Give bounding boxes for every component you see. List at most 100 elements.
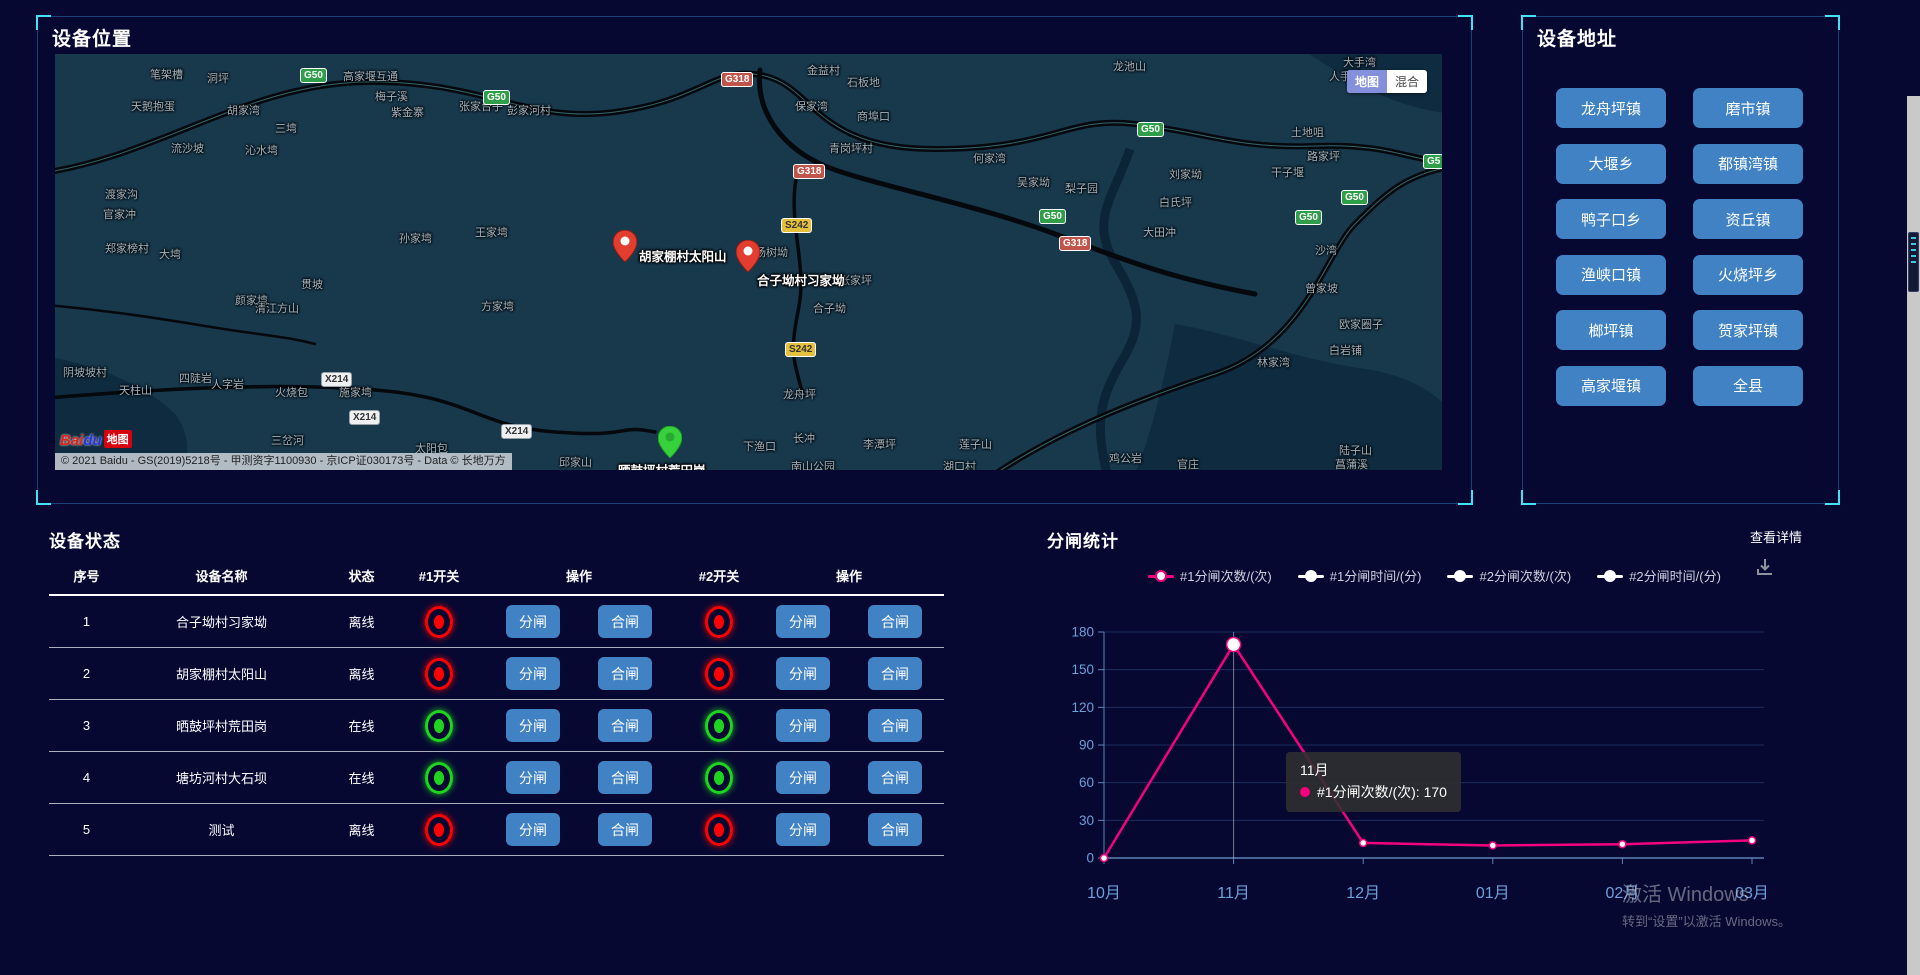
open-switch-button[interactable]: 分闸 [506,605,560,638]
scrollbar-thumb[interactable] [1908,232,1919,292]
operation-cell: 分闸 合闸 [474,761,684,794]
svg-text:30: 30 [1079,813,1094,828]
map-place-label: 官庄 [1177,456,1199,470]
road-shield-icon: X214 [501,424,532,439]
device-marker-red[interactable] [613,230,637,267]
map-place-label: 孙家塆 [399,230,432,246]
device-marker-green[interactable] [658,426,682,463]
switch2-indicator [705,710,733,742]
switch2-cell [684,814,754,846]
close-switch-button[interactable]: 合闸 [868,709,922,742]
map-type-toggle[interactable]: 地图混合 [1347,70,1427,93]
device-status: 离线 [319,820,404,839]
map-place-label: 白氏坪 [1159,194,1192,210]
switch1-indicator [425,658,453,690]
close-switch-button[interactable]: 合闸 [868,761,922,794]
map-place-label: 林家湾 [1257,354,1290,370]
map-place-label: 刘家坳 [1169,166,1202,182]
map-place-label: 天鹅抱蛋 [131,98,175,114]
corner-decoration [1521,490,1536,505]
device-address-panel: 设备地址 龙舟坪镇磨市镇大堰乡都镇湾镇鸭子口乡资丘镇渔峡口镇火烧坪乡榔坪镇贺家坪… [1522,16,1839,504]
town-button[interactable]: 鸭子口乡 [1556,199,1666,239]
map-place-label: 李潭坪 [863,436,896,452]
close-switch-button[interactable]: 合闸 [598,605,652,638]
open-switch-button[interactable]: 分闸 [776,761,830,794]
close-switch-button[interactable]: 合闸 [598,813,652,846]
map-place-label: 曾家坡 [1305,280,1338,296]
dashboard-screen: 设备位置 地图混合 Baidu地图 © 2021 Baidu - GS(2019… [0,0,1920,975]
switch2-indicator [705,658,733,690]
map-place-label: 清江方山 [255,300,299,316]
address-panel-title: 设备地址 [1537,24,1617,51]
open-switch-button[interactable]: 分闸 [506,709,560,742]
open-switch-button[interactable]: 分闸 [776,657,830,690]
device-status: 在线 [319,768,404,787]
map-place-label: 三岔河 [271,432,304,448]
map-place-label: 笔架槽 [150,66,183,82]
close-switch-button[interactable]: 合闸 [598,761,652,794]
map-place-label: 莲子山 [959,436,992,452]
close-switch-button[interactable]: 合闸 [598,709,652,742]
status-section-title: 设备状态 [49,527,121,552]
town-button[interactable]: 磨市镇 [1693,88,1803,128]
map-place-label: 南山公园 [791,458,835,470]
town-button[interactable]: 渔峡口镇 [1556,255,1666,295]
town-button[interactable]: 资丘镇 [1693,199,1803,239]
open-switch-button[interactable]: 分闸 [506,761,560,794]
close-switch-button[interactable]: 合闸 [868,605,922,638]
open-switch-button[interactable]: 分闸 [506,657,560,690]
open-switch-button[interactable]: 分闸 [776,605,830,638]
close-switch-button[interactable]: 合闸 [868,657,922,690]
column-header: 操作 [754,566,944,585]
switch2-cell [684,606,754,638]
town-button[interactable]: 贺家坪镇 [1693,310,1803,350]
map-place-label: 欧家圈子 [1339,316,1383,332]
town-button[interactable]: 全县 [1693,366,1803,406]
map-place-label: 金益村 [807,62,840,78]
row-index: 2 [49,666,124,681]
row-index: 3 [49,718,124,733]
device-name: 晒鼓坪村荒田岗 [124,716,319,735]
baidu-map[interactable]: 地图混合 Baidu地图 © 2021 Baidu - GS(2019)5218… [55,54,1442,470]
switch2-cell [684,658,754,690]
map-place-label: 流沙坡 [171,140,204,156]
map-place-label: 梨子园 [1065,180,1098,196]
view-details-link[interactable]: 查看详情 [1750,527,1802,546]
corner-decoration [36,15,51,30]
switch1-indicator [425,710,453,742]
svg-text:0: 0 [1086,851,1094,866]
switch2-cell [684,710,754,742]
svg-text:12月: 12月 [1346,885,1380,902]
svg-text:150: 150 [1071,662,1094,677]
open-switch-button[interactable]: 分闸 [776,813,830,846]
address-button-grid: 龙舟坪镇磨市镇大堰乡都镇湾镇鸭子口乡资丘镇渔峡口镇火烧坪乡榔坪镇贺家坪镇高家堰镇… [1556,88,1803,406]
map-type-button[interactable]: 混合 [1387,70,1427,93]
map-place-label: 保家湾 [795,98,828,114]
corner-decoration [1825,15,1840,30]
map-place-label: 胡家湾 [227,102,260,118]
map-place-label: 郑家榜村 [105,240,149,256]
operation-cell: 分闸 合闸 [474,709,684,742]
scrollbar-track[interactable] [1907,96,1920,975]
town-button[interactable]: 龙舟坪镇 [1556,88,1666,128]
open-switch-button[interactable]: 分闸 [506,813,560,846]
town-button[interactable]: 榔坪镇 [1556,310,1666,350]
map-place-label: 何家湾 [973,150,1006,166]
table-row: 5测试离线分闸合闸分闸合闸 [49,804,944,856]
town-button[interactable]: 大堰乡 [1556,144,1666,184]
column-header: 序号 [49,566,124,585]
close-switch-button[interactable]: 合闸 [868,813,922,846]
town-button[interactable]: 高家堰镇 [1556,366,1666,406]
chart-tooltip: 11月 #1分闸次数/(次): 170 [1286,752,1461,812]
close-switch-button[interactable]: 合闸 [598,657,652,690]
town-button[interactable]: 都镇湾镇 [1693,144,1803,184]
map-place-label: 方家塆 [481,298,514,314]
open-switch-button[interactable]: 分闸 [776,709,830,742]
baidu-logo: Baidu地图 [60,430,132,449]
svg-text:180: 180 [1071,625,1094,640]
map-place-label: 合子坳 [813,300,846,316]
town-button[interactable]: 火烧坪乡 [1693,255,1803,295]
map-type-button[interactable]: 地图 [1347,70,1387,93]
device-status: 离线 [319,664,404,683]
map-place-label: 三塆 [275,120,297,136]
